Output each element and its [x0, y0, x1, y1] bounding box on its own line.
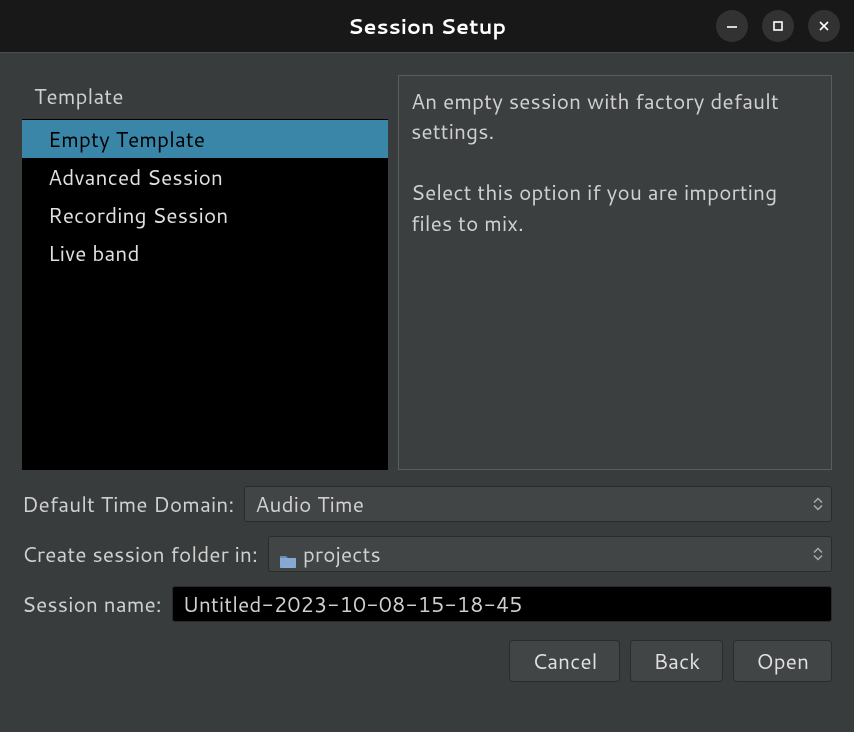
window-controls [716, 10, 840, 42]
minimize-button[interactable] [716, 10, 748, 42]
close-button[interactable] [808, 10, 840, 42]
template-panel: Template Empty Template Advanced Session… [22, 75, 388, 470]
template-description: An empty session with factory default se… [398, 75, 832, 470]
folder-value-text: projects [303, 539, 381, 569]
dialog-buttons: Cancel Back Open [22, 640, 832, 682]
cancel-button[interactable]: Cancel [509, 640, 620, 682]
dialog-content: Template Empty Template Advanced Session… [0, 52, 854, 732]
template-item-live[interactable]: Live band [22, 234, 388, 272]
template-list[interactable]: Empty Template Advanced Session Recordin… [22, 120, 388, 470]
template-item-recording[interactable]: Recording Session [22, 196, 388, 234]
folder-value: projects [279, 539, 381, 569]
session-name-row: Session name: [22, 586, 832, 622]
minimize-icon [725, 19, 739, 33]
template-item-empty[interactable]: Empty Template [22, 120, 388, 158]
folder-row: Create session folder in: projects [22, 536, 832, 572]
folder-label: Create session folder in: [22, 539, 258, 569]
time-domain-label: Default Time Domain: [22, 489, 234, 519]
time-domain-row: Default Time Domain: Audio Time [22, 486, 832, 522]
chevron-up-down-icon [813, 497, 823, 511]
window-title: Session Setup [348, 11, 506, 41]
time-domain-select[interactable]: Audio Time [244, 486, 832, 522]
session-name-input[interactable] [172, 586, 832, 622]
template-item-advanced[interactable]: Advanced Session [22, 158, 388, 196]
folder-select[interactable]: projects [268, 536, 832, 572]
chevron-up-down-icon [813, 547, 823, 561]
maximize-button[interactable] [762, 10, 794, 42]
back-button[interactable]: Back [630, 640, 723, 682]
template-header: Template [22, 75, 388, 120]
session-name-label: Session name: [22, 589, 162, 619]
close-icon [817, 19, 831, 33]
titlebar: Session Setup [0, 0, 854, 52]
open-button[interactable]: Open [733, 640, 832, 682]
folder-icon [279, 546, 297, 562]
maximize-icon [771, 19, 785, 33]
time-domain-value: Audio Time [255, 489, 364, 519]
template-description-row: Template Empty Template Advanced Session… [22, 75, 832, 470]
